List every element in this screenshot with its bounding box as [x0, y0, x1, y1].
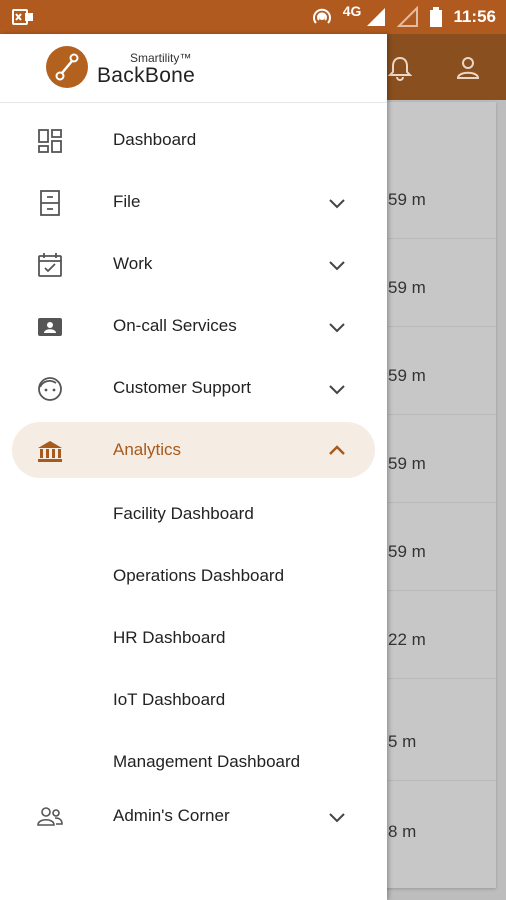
clock: 11:56	[453, 7, 496, 26]
mail-notification-icon	[12, 9, 33, 25]
chevron-down-icon[interactable]	[326, 316, 348, 338]
backbone-logo	[46, 46, 88, 88]
logo-link-icon	[55, 53, 79, 81]
chevron-down-icon[interactable]	[326, 192, 348, 214]
chevron-down-icon[interactable]	[326, 254, 348, 276]
logo-brand-name: BackBone	[97, 64, 196, 87]
battery-icon	[430, 7, 443, 27]
hotspot-icon	[312, 8, 331, 24]
menu-item-on-call-services[interactable]: On-call Services	[0, 298, 387, 356]
active-highlight	[12, 422, 375, 478]
menu-item-work[interactable]: Work	[0, 236, 387, 294]
menu-label: On-call Services	[113, 316, 237, 335]
menu-item-customer-support[interactable]: Customer Support	[0, 360, 387, 418]
menu-label: File	[113, 192, 141, 211]
signal-weak-icon	[397, 6, 419, 27]
menu-label: Admin's Corner	[113, 806, 230, 825]
support-agent-icon	[38, 377, 62, 401]
bank-icon	[38, 441, 62, 462]
chevron-down-icon[interactable]	[326, 378, 348, 400]
navigation-drawer: Smartility™ BackBone Dashboard File Work	[0, 34, 387, 900]
bell-icon[interactable]	[386, 54, 414, 82]
menu-item-dashboard[interactable]: Dashboard	[0, 112, 387, 170]
submenu-item-hr-dashboard[interactable]: HR Dashboard	[113, 628, 225, 648]
menu-label: Analytics	[113, 440, 182, 459]
menu-item-admins-corner[interactable]: Admin's Corner	[0, 788, 387, 846]
menu-item-file[interactable]: File	[0, 174, 387, 232]
network-type: 4G	[342, 3, 362, 19]
calendar-check-icon	[38, 253, 62, 277]
people-icon	[37, 807, 63, 826]
logo-brand-small: Smartility™	[130, 51, 192, 65]
id-card-icon	[38, 318, 62, 336]
status-bar: 4G 11:56	[0, 0, 506, 34]
menu-label: Work	[113, 254, 153, 273]
file-cabinet-icon	[40, 190, 60, 216]
profile-icon[interactable]	[454, 54, 482, 82]
submenu-item-operations-dashboard[interactable]: Operations Dashboard	[113, 566, 284, 586]
drawer-header: Smartility™ BackBone	[0, 34, 387, 103]
menu-item-analytics[interactable]: Analytics	[0, 422, 387, 480]
submenu-item-facility-dashboard[interactable]: Facility Dashboard	[113, 504, 254, 524]
menu-label: Customer Support	[113, 378, 251, 397]
submenu-item-management-dashboard[interactable]: Management Dashboard	[113, 752, 300, 772]
signal-icon	[367, 8, 386, 26]
menu-label: Dashboard	[113, 130, 197, 149]
chevron-down-icon[interactable]	[326, 806, 348, 828]
chevron-up-icon[interactable]	[326, 440, 348, 462]
dashboard-icon	[38, 129, 62, 153]
submenu-item-iot-dashboard[interactable]: IoT Dashboard	[113, 690, 225, 710]
